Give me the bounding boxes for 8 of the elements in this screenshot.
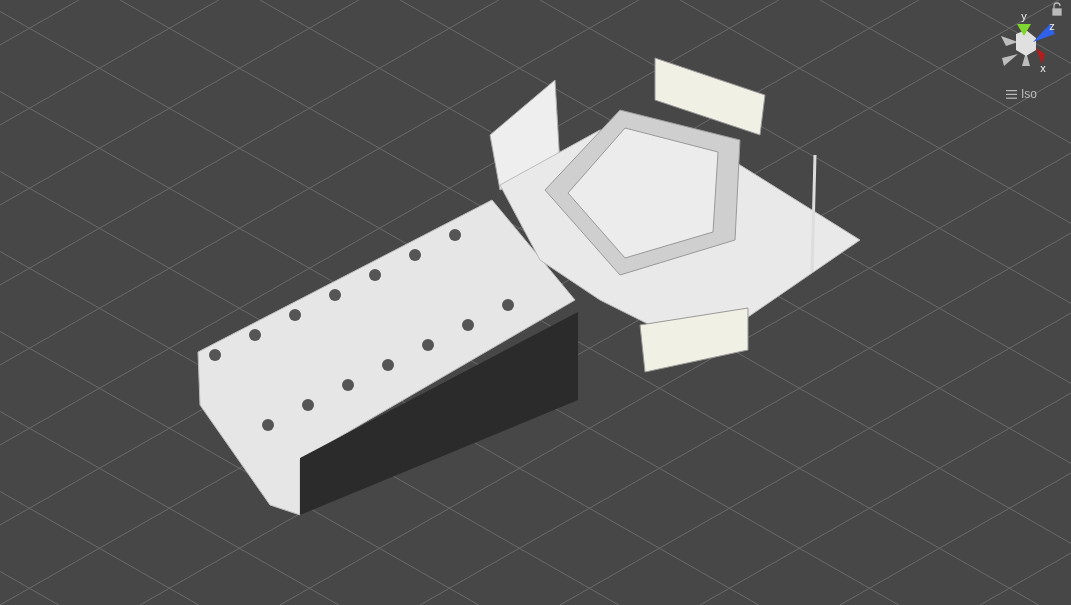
projection-toggle[interactable]: Iso [1006,87,1037,101]
lock-icon[interactable] [1052,2,1062,16]
axis-label: z [1049,20,1055,32]
menu-icon [1006,89,1017,99]
axis-label: x [1040,62,1046,74]
axis-label: y [1021,10,1027,22]
projection-label: Iso [1021,87,1037,101]
axis-gizmo-drawing[interactable] [1001,24,1055,66]
